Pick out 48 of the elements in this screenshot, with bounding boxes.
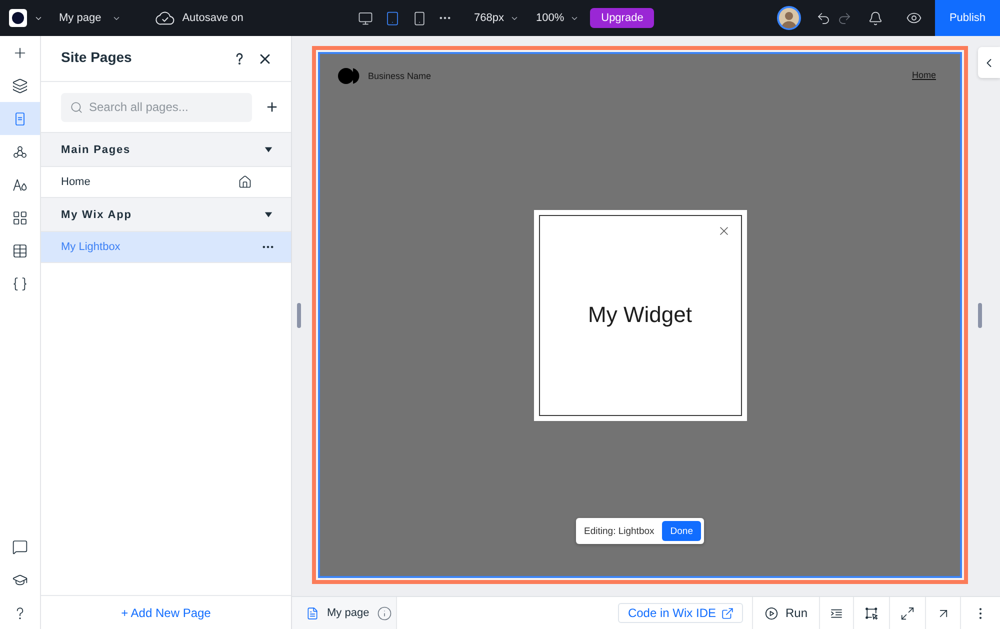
edit-label: Editing: Lightbox — [584, 526, 654, 536]
play-icon — [764, 606, 780, 620]
upgrade-button[interactable]: Upgrade — [590, 8, 654, 28]
expand-icon[interactable] — [900, 606, 915, 620]
widget-title: My Widget — [588, 302, 692, 328]
tablet-icon[interactable] — [385, 10, 400, 26]
info-icon[interactable] — [377, 606, 392, 620]
logo-icon — [9, 9, 27, 27]
business-name: Business Name — [368, 71, 432, 81]
table-icon — [12, 242, 28, 258]
layers-icon — [12, 78, 28, 94]
code-ide-button[interactable]: Code in Wix IDE — [618, 603, 743, 623]
width-dropdown[interactable]: 768px — [474, 12, 519, 24]
publish-button[interactable]: Publish — [935, 0, 1000, 36]
add-icon[interactable] — [265, 100, 279, 114]
logo-icon — [338, 68, 361, 84]
done-button[interactable]: Done — [662, 521, 701, 541]
run-button[interactable]: Run — [752, 597, 819, 629]
add-page-link[interactable]: + Add New Page — [121, 606, 211, 620]
redo-icon[interactable] — [837, 10, 852, 26]
grid-icon — [12, 210, 28, 226]
desktop-icon[interactable] — [358, 10, 373, 26]
connected-circles-icon — [12, 144, 28, 160]
text-drop-icon — [12, 176, 28, 192]
section-header[interactable]: Main Pages — [41, 133, 291, 167]
nav-link[interactable]: Home — [912, 70, 936, 80]
home-icon — [238, 175, 252, 189]
chat-icon[interactable] — [12, 538, 28, 554]
preview-icon[interactable] — [906, 10, 922, 26]
page-icon — [306, 606, 319, 620]
panel-title: Site Pages — [61, 48, 133, 64]
undo-icon[interactable] — [816, 10, 831, 26]
autosave-status: Autosave on — [182, 12, 244, 24]
mobile-icon[interactable] — [412, 10, 427, 26]
section-header[interactable]: My Wix App — [41, 198, 291, 232]
current-page: My page — [327, 607, 370, 619]
resize-handle[interactable] — [297, 302, 301, 328]
search-icon — [70, 100, 83, 114]
avatar-icon[interactable] — [777, 6, 801, 30]
external-link-icon — [721, 606, 734, 620]
resize-handle[interactable] — [978, 302, 982, 328]
select-area-icon[interactable] — [864, 606, 879, 620]
zoom-dropdown[interactable]: 100% — [536, 12, 580, 24]
bell-icon[interactable] — [868, 10, 883, 26]
site-menu-button[interactable] — [9, 9, 43, 27]
braces-icon — [12, 276, 28, 292]
search-field[interactable]: Search all pages... — [61, 92, 252, 122]
page-selector[interactable]: My page — [59, 12, 122, 24]
